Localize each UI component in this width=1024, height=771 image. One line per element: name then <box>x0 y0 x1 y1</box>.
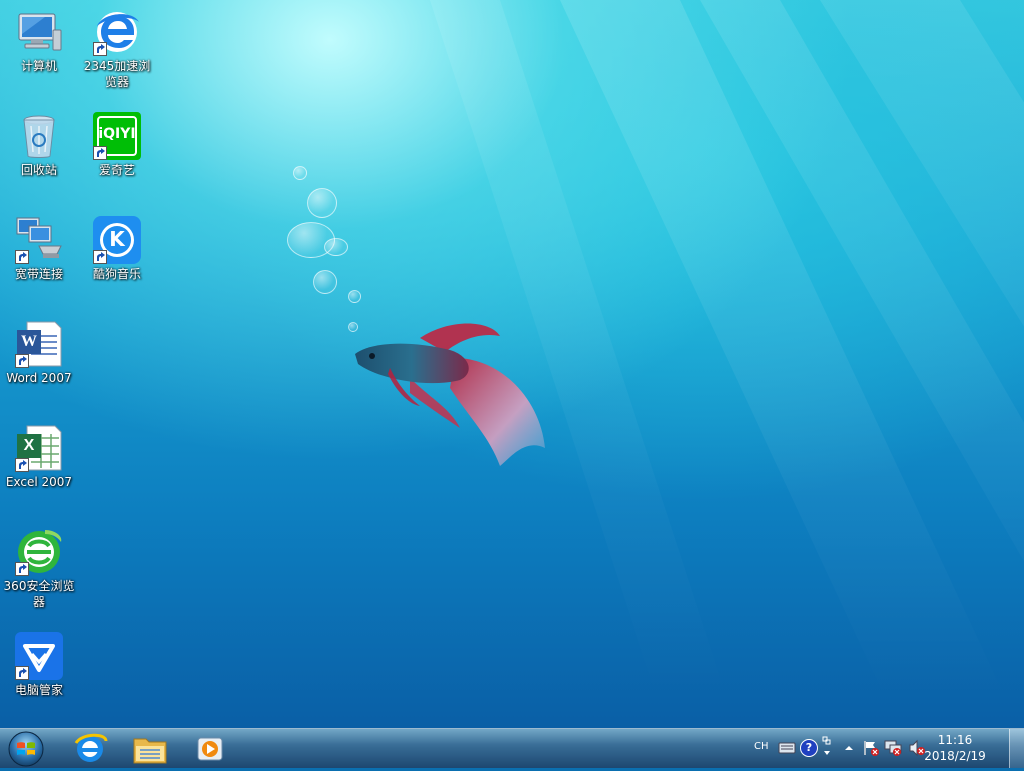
taskbar-media-player[interactable] <box>184 731 236 767</box>
desktop-icon-2345-browser[interactable]: 2345加速浏览器 <box>78 8 156 90</box>
shortcut-arrow-icon <box>15 250 29 264</box>
browser-2345-icon <box>93 8 141 56</box>
shortcut-arrow-icon <box>15 562 29 576</box>
desktop-icon-computer[interactable]: 计算机 <box>0 8 78 74</box>
bubble <box>293 166 307 180</box>
bubble <box>348 290 361 303</box>
desktop-icon-label: 计算机 <box>20 59 57 73</box>
iqiyi-icon: iQIYI <box>93 112 141 160</box>
language-indicator[interactable]: CH <box>754 741 776 759</box>
browser-360-icon <box>15 528 63 576</box>
shortcut-arrow-icon <box>15 458 29 472</box>
file-explorer-icon <box>133 738 167 764</box>
desktop-icon-excel[interactable]: X Excel 2007 <box>0 424 78 490</box>
desktop-icon-label: 回收站 <box>20 163 57 177</box>
shortcut-arrow-icon <box>93 146 107 160</box>
keyboard-icon[interactable] <box>778 739 796 757</box>
desktop-icon-recycle-bin[interactable]: 回收站 <box>0 112 78 178</box>
taskbar-file-explorer[interactable] <box>124 731 176 767</box>
desktop-icon-word[interactable]: W Word 2007 <box>0 320 78 386</box>
internet-explorer-icon <box>74 733 108 762</box>
desktop-icon-label: 电脑管家 <box>14 683 63 697</box>
iqiyi-logo-text: iQIYI <box>98 126 136 142</box>
desktop-icon-label: 爱奇艺 <box>98 163 135 177</box>
excel-icon: X <box>15 424 63 472</box>
action-center-flag-icon[interactable] <box>862 739 880 757</box>
media-player-icon <box>197 737 223 761</box>
windows-logo-icon <box>8 731 44 767</box>
start-button[interactable] <box>6 731 46 767</box>
recycle-bin-icon <box>15 112 63 160</box>
broadband-connection-icon <box>15 216 63 264</box>
desktop-icon-iqiyi[interactable]: iQIYI 爱奇艺 <box>78 112 156 178</box>
desktop-icon-label: 酷狗音乐 <box>92 267 141 281</box>
shortcut-arrow-icon <box>15 354 29 368</box>
word-icon: W <box>15 320 63 368</box>
clock[interactable]: 11:16 2018/2/19 <box>920 732 990 764</box>
shortcut-arrow-icon <box>93 42 107 56</box>
desktop-icon-kugou[interactable]: K 酷狗音乐 <box>78 216 156 282</box>
word-logo-text: W <box>21 333 37 350</box>
system-tray: CH ? 11:16 2018/2/19 <box>744 729 1024 769</box>
kugou-logo-text: K <box>109 227 125 251</box>
computer-icon <box>15 8 63 56</box>
pc-manager-icon <box>15 632 63 680</box>
ime-options-icon[interactable] <box>822 735 840 755</box>
desktop-wallpaper <box>0 0 1024 728</box>
clock-date: 2018/2/19 <box>924 749 986 763</box>
desktop-icon-label: 2345加速浏览器 <box>83 59 151 89</box>
taskbar: CH ? 11:16 2018/2/19 <box>0 728 1024 768</box>
show-hidden-icons-chevron-icon[interactable] <box>840 739 858 757</box>
desktop-icon-label: Word 2007 <box>6 371 72 385</box>
show-desktop-button[interactable] <box>1009 729 1024 768</box>
clock-time: 11:16 <box>937 733 973 747</box>
bubble <box>313 270 337 294</box>
help-icon[interactable]: ? <box>800 739 818 757</box>
bubble <box>324 238 348 256</box>
desktop-icon-label: 宽带连接 <box>14 267 63 281</box>
network-icon[interactable] <box>884 739 902 757</box>
kugou-music-icon: K <box>93 216 141 264</box>
bubble <box>307 188 337 218</box>
desktop-icon-pc-manager[interactable]: 电脑管家 <box>0 632 78 698</box>
shortcut-arrow-icon <box>15 666 29 680</box>
desktop-icon-label: Excel 2007 <box>5 475 73 489</box>
betta-fish-illustration <box>355 323 545 466</box>
desktop-icon-360-browser[interactable]: 360安全浏览器 <box>0 528 78 610</box>
desktop-icon-label: 360安全浏览器 <box>3 579 75 609</box>
desktop-icon-broadband[interactable]: 宽带连接 <box>0 216 78 282</box>
excel-logo-text: X <box>23 437 35 454</box>
shortcut-arrow-icon <box>93 250 107 264</box>
taskbar-internet-explorer[interactable] <box>64 731 116 767</box>
